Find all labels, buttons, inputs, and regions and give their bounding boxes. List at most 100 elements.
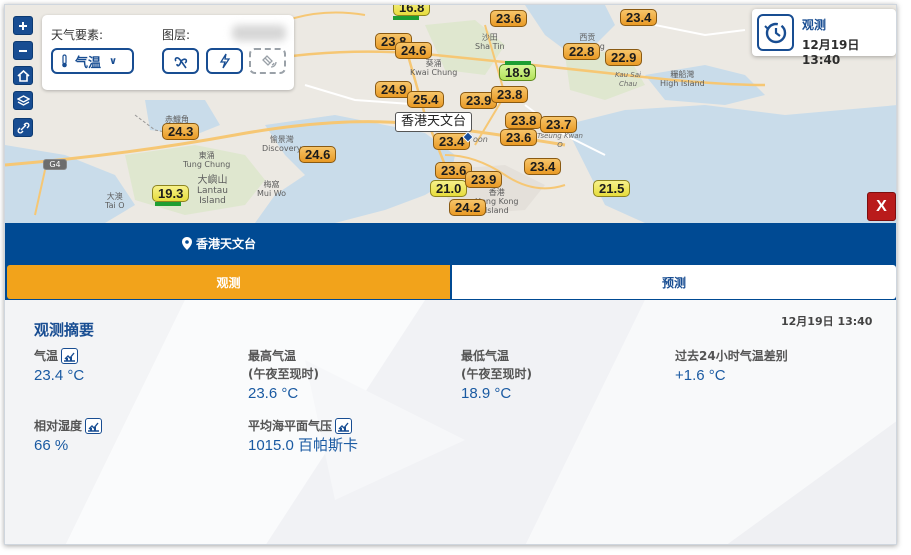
summary-temperature: 气温 23.4 °C <box>34 347 84 387</box>
home-icon <box>16 69 30 82</box>
layer-satellite-toggle[interactable] <box>249 48 286 74</box>
place-sha-tin: 沙田 Sha Tin <box>475 33 505 51</box>
temp-bubble[interactable]: 22.9 <box>605 49 643 66</box>
summary-label: 相对湿度 <box>34 419 83 433</box>
place-mui-wo: 梅窩 Mui Wo <box>257 180 287 198</box>
layers-button[interactable] <box>13 91 33 110</box>
trend-chart-icon[interactable] <box>335 418 353 434</box>
temp-bubble[interactable]: 24.6 <box>299 146 337 163</box>
temp-bubble[interactable]: 21.0 <box>430 180 468 197</box>
tab-bar: 观测 预测 <box>5 263 896 300</box>
summary-label: 最低气温 <box>461 349 510 363</box>
tab-forecast[interactable]: 预测 <box>452 265 896 299</box>
wind-icon <box>174 57 187 69</box>
background-pattern <box>5 300 896 544</box>
summary-min-temperature: 最低气温 (午夜至现时) 18.9 °C <box>461 347 532 405</box>
temp-bubble[interactable]: 16.8 <box>393 5 431 16</box>
summary-label: 气温 <box>34 349 59 363</box>
station-flag <box>393 16 419 20</box>
summary-24h-difference: 过去24小时气温差别 +1.6 °C <box>675 347 788 387</box>
temp-bubble[interactable]: 21.5 <box>593 180 631 197</box>
summary-value: 23.4 °C <box>34 367 85 384</box>
trend-chart-icon[interactable] <box>85 418 103 434</box>
temp-bubble[interactable]: 23.8 <box>505 112 543 129</box>
link-button[interactable] <box>13 118 33 137</box>
place-tung-chung: 東涌 Tung Chung <box>183 151 231 169</box>
temp-bubble[interactable]: 23.8 <box>491 86 529 103</box>
minus-icon <box>19 49 27 52</box>
history-clock-icon <box>757 14 794 51</box>
temp-bubble[interactable]: 23.6 <box>490 10 528 27</box>
layer-lightning-toggle[interactable] <box>206 48 243 74</box>
summary-label: 平均海平面气压 <box>248 419 333 433</box>
temp-bubble[interactable]: 18.9 <box>499 64 537 81</box>
layers-icon <box>16 94 30 106</box>
close-button[interactable]: X <box>867 192 896 221</box>
weather-element-select[interactable]: 气温 ∨ <box>51 48 134 74</box>
temp-bubble[interactable]: 25.4 <box>407 91 445 108</box>
summary-value: 66 % <box>34 437 69 454</box>
station-name: 香港天文台 <box>196 237 257 251</box>
summary-title: 观测摘要 <box>34 321 95 339</box>
station-flag <box>505 61 531 65</box>
zoom-out-button[interactable] <box>13 41 33 60</box>
location-pin-icon <box>182 237 192 250</box>
layer-wind-toggle[interactable] <box>162 48 199 74</box>
temp-bubble[interactable]: 23.7 <box>540 116 578 133</box>
observation-datetime: 12月19日 13:40 <box>802 38 860 67</box>
place-high-island: 糧船灣 High Island <box>660 70 705 88</box>
temp-bubble[interactable]: 19.3 <box>152 185 190 202</box>
blurred-area <box>232 25 286 41</box>
temp-bubble[interactable]: 22.8 <box>563 43 601 60</box>
summary-sublabel: (午夜至现时) <box>248 367 319 381</box>
temp-bubble[interactable]: 24.2 <box>449 199 487 216</box>
temp-bubble[interactable]: 23.4 <box>620 9 658 26</box>
weather-map[interactable]: 葵涌Kwai Chung 沙田Sha Tin 西贡Sai Kung Kau Sa… <box>5 5 896 223</box>
place-tseung-kwan-o: Tseung Kwan O <box>537 132 583 149</box>
chevron-down-icon: ∨ <box>109 55 118 67</box>
temp-bubble[interactable]: 24.6 <box>395 42 433 59</box>
weather-element-value: 气温 <box>75 55 102 71</box>
summary-time: 12月19日 13:40 <box>781 315 873 328</box>
lightning-icon <box>219 53 230 69</box>
temp-bubble[interactable]: 23.4 <box>524 158 562 175</box>
temp-bubble[interactable]: 24.3 <box>162 123 200 140</box>
station-flag <box>155 202 181 206</box>
summary-label: 过去24小时气温差别 <box>675 349 788 363</box>
observation-summary: 观测摘要 12月19日 13:40 气温 23.4 °C 最高气温 (午夜至现时… <box>5 300 896 544</box>
element-label: 天气要素: <box>51 28 104 42</box>
summary-sublabel: (午夜至现时) <box>461 367 532 381</box>
station-header: 香港天文台 <box>5 223 896 263</box>
place-kwai-chung: 葵涌 Kwai Chung <box>410 59 458 77</box>
link-icon <box>17 122 29 133</box>
hko-station-label[interactable]: 香港天文台 <box>395 112 473 132</box>
place-lantau: 大嶼山 Lantau Island <box>197 175 228 206</box>
temp-bubble[interactable]: 23.6 <box>500 129 538 146</box>
temp-bubble[interactable]: 23.9 <box>465 171 503 188</box>
road-sign-g4: G4 <box>43 159 67 170</box>
summary-pressure: 平均海平面气压 1015.0 百帕斯卡 <box>248 417 358 457</box>
place-kowloon: oon <box>473 135 488 144</box>
observation-title: 观测 <box>802 18 827 32</box>
place-discovery-bay: 愉景灣 Discovery <box>262 135 302 153</box>
summary-label: 最高气温 <box>248 349 297 363</box>
place-tai-o: 大澳 Tai O <box>105 192 125 210</box>
tab-observation[interactable]: 观测 <box>7 265 450 299</box>
summary-value: +1.6 °C <box>675 367 726 384</box>
map-control-panel: 天气要素: 图层: 气温 ∨ <box>42 15 294 90</box>
summary-max-temperature: 最高气温 (午夜至现时) 23.6 °C <box>248 347 319 405</box>
summary-value: 23.6 °C <box>248 385 299 402</box>
observation-time-card[interactable]: 观测 12月19日 13:40 <box>752 9 896 67</box>
summary-humidity: 相对湿度 66 % <box>34 417 103 457</box>
home-button[interactable] <box>13 66 33 85</box>
summary-value: 1015.0 百帕斯卡 <box>248 437 359 454</box>
app-frame: 葵涌Kwai Chung 沙田Sha Tin 西贡Sai Kung Kau Sa… <box>4 4 897 545</box>
thermometer-icon <box>62 54 67 68</box>
layer-label: 图层: <box>162 28 191 42</box>
summary-value: 18.9 °C <box>461 385 512 402</box>
plus-icon <box>19 21 27 30</box>
place-kau-sai-chau: Kau Sai Chau <box>615 71 641 88</box>
zoom-in-button[interactable] <box>13 16 33 35</box>
trend-chart-icon[interactable] <box>61 348 79 364</box>
satellite-icon <box>261 55 277 68</box>
